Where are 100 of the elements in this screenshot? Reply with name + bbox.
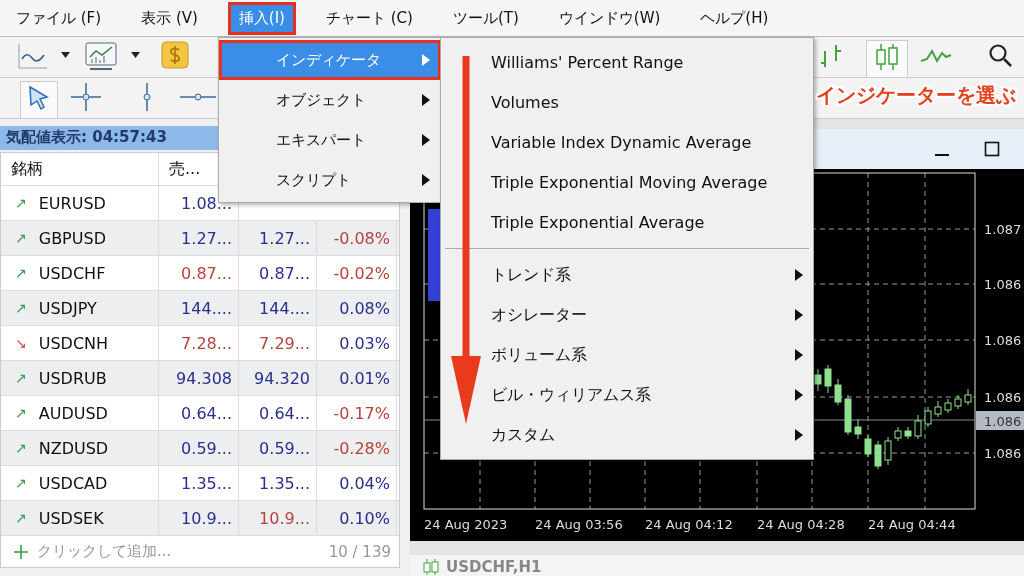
submenu-arrow-icon [422, 134, 430, 146]
table-cell: 0.87... [159, 256, 239, 290]
table-cell: 0.64... [239, 396, 317, 430]
vertical-line-icon[interactable] [140, 82, 154, 112]
crosshair-icon[interactable] [70, 82, 102, 112]
table-cell: 0.08% [317, 291, 397, 325]
menu-item[interactable]: 表示 (V) [131, 2, 208, 34]
table-cell: 7.28... [159, 326, 239, 360]
menu-item[interactable]: Volumes [441, 82, 813, 122]
maximize-icon[interactable] [984, 141, 1000, 157]
menu-item[interactable]: Triple Exponential Average [441, 202, 813, 242]
symbol-text: USDRUB [38, 368, 107, 388]
candle [864, 434, 872, 458]
table-cell: 0.10% [317, 501, 397, 535]
submenu-arrow-icon [795, 269, 803, 281]
chart-monitor-icon[interactable] [84, 41, 118, 73]
table-cell: 1.35... [239, 466, 317, 500]
candle [844, 394, 852, 436]
candle [894, 426, 902, 442]
cursor-icon[interactable] [27, 85, 51, 111]
symbol-text: GBPUSD [38, 228, 106, 248]
time-label: 24 Aug 04:44 [868, 517, 956, 532]
line-chart-icon[interactable] [16, 41, 50, 71]
menu-item[interactable]: ウインドウ(W) [548, 2, 671, 34]
table-cell: -0.08% [317, 221, 397, 255]
submenu-arrow-icon [795, 429, 803, 441]
annotation-text: インジケーターを選ぶ [816, 82, 1016, 109]
submenu-arrow-icon [422, 94, 430, 106]
window-title: USDCHF,H1 [446, 558, 542, 576]
symbol-text: EURUSD [38, 193, 106, 213]
table-cell: 10.9... [159, 501, 239, 535]
table-cell: 0.59... [159, 431, 239, 465]
menu-item[interactable]: オブジェクト [219, 80, 441, 120]
menu-item[interactable]: ビル・ウィリアムス系 [441, 375, 813, 415]
current-price-label: 1.086 [984, 414, 1022, 429]
table-cell: 0.01% [317, 361, 397, 395]
candle [954, 394, 962, 410]
menu-item[interactable]: Variable Index Dynamic Average [441, 122, 813, 162]
submenu-arrow-icon [422, 174, 430, 186]
candle [964, 388, 972, 406]
candle [884, 436, 892, 466]
menu-item[interactable]: オシレーター [441, 295, 813, 335]
caret-icon[interactable] [131, 52, 140, 58]
search-icon[interactable] [988, 43, 1014, 69]
candle [944, 398, 952, 414]
price-label: 1.087 [984, 222, 1022, 237]
candle [834, 378, 842, 406]
submenu-arrow-icon [795, 309, 803, 321]
price-label: 1.086 [984, 277, 1022, 292]
menu-item[interactable]: チャート (C) [316, 2, 423, 34]
trend-arrow: ↗ [15, 405, 27, 421]
menu-item[interactable]: ヘルプ(H) [690, 2, 779, 34]
trend-arrow: ↗ [15, 475, 27, 491]
candle [934, 400, 942, 418]
candle [914, 414, 922, 440]
menu-item[interactable]: Williams' Percent Range [441, 42, 813, 82]
menu-item[interactable]: Triple Exponential Moving Average [441, 162, 813, 202]
table-cell: 0.87... [239, 256, 317, 290]
table-cell: 1.35... [159, 466, 239, 500]
trend-arrow: ↗ [15, 195, 27, 211]
time-label: 24 Aug 04:28 [757, 517, 845, 532]
table-cell: -0.28% [317, 431, 397, 465]
line-icon[interactable] [920, 47, 952, 65]
time-label: 24 Aug 2023 [424, 517, 508, 532]
menu-item[interactable]: ファイル (F) [6, 2, 112, 34]
candle [904, 426, 912, 440]
time-label: 24 Aug 04:12 [645, 517, 733, 532]
table-cell: 94.320 [239, 361, 317, 395]
caret-icon[interactable] [61, 52, 70, 58]
menu-item[interactable]: ボリューム系 [441, 335, 813, 375]
table-cell: 94.308 [159, 361, 239, 395]
candlestick-icon [422, 558, 440, 576]
trend-arrow: ↗ [15, 440, 27, 456]
candle [824, 364, 832, 394]
table-cell: 10.9... [239, 501, 317, 535]
trend-arrow: ↘ [15, 335, 27, 351]
table-cell: -0.02% [317, 256, 397, 290]
trend-arrow: ↗ [15, 370, 27, 386]
plus-icon[interactable] [13, 543, 29, 560]
symbol-text: USDJPY [38, 298, 97, 318]
trend-arrow: ↗ [15, 230, 27, 246]
symbol-text: NZDUSD [38, 438, 109, 458]
table-cell: 0.04% [317, 466, 397, 500]
table-cell: 1.27... [239, 221, 317, 255]
dollar-icon[interactable] [161, 41, 189, 69]
symbol-text: USDCAD [38, 473, 108, 493]
submenu-arrow-icon [795, 389, 803, 401]
candle [874, 440, 882, 470]
price-label: 1.086 [984, 390, 1022, 405]
submenu-arrow-icon [795, 349, 803, 361]
menu-item[interactable]: トレンド系 [441, 255, 813, 295]
menu-item[interactable]: ツール(T) [442, 2, 529, 34]
candle [924, 406, 932, 428]
table-cell: 144.... [159, 291, 239, 325]
menu-item[interactable]: カスタム [441, 415, 813, 455]
table-cell: 0.59... [239, 431, 317, 465]
candle [854, 418, 862, 440]
horizontal-line-icon[interactable] [180, 92, 216, 102]
table-cell: 144.... [239, 291, 317, 325]
column-header[interactable]: 銘柄 [1, 153, 159, 185]
